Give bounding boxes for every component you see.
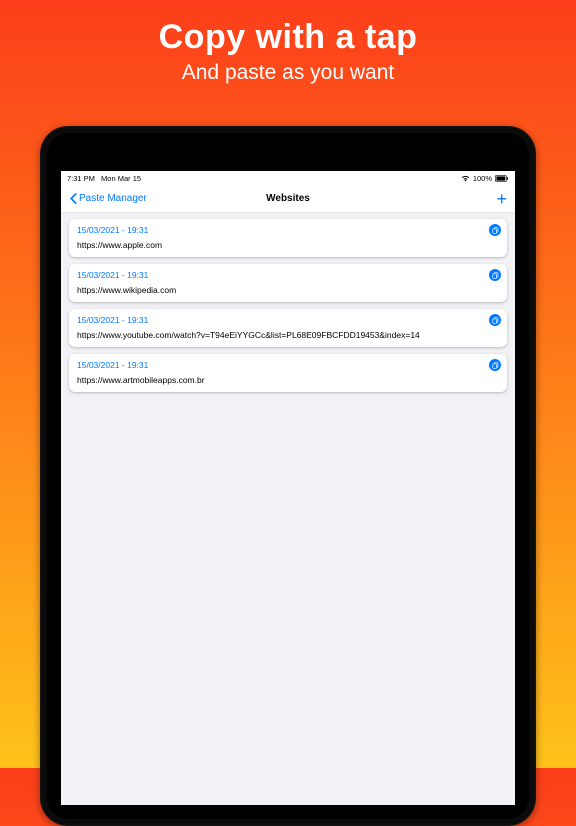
back-label: Paste Manager: [79, 193, 147, 204]
promo-subtitle: And paste as you want: [0, 61, 576, 85]
item-url: https://www.youtube.com/watch?v=T94eEiYY…: [77, 330, 499, 340]
status-date: Mon Mar 15: [101, 174, 141, 183]
back-button[interactable]: Paste Manager: [69, 193, 147, 204]
promo-header: Copy with a tap And paste as you want: [0, 0, 576, 85]
status-battery: 100%: [473, 174, 492, 183]
copy-icon[interactable]: [489, 314, 501, 326]
item-timestamp: 15/03/2021 - 19:31: [77, 315, 499, 325]
promo-title: Copy with a tap: [0, 18, 576, 57]
item-timestamp: 15/03/2021 - 19:31: [77, 360, 499, 370]
list-item[interactable]: 15/03/2021 - 19:31 https://www.youtube.co…: [69, 309, 507, 347]
item-url: https://www.apple.com: [77, 240, 499, 250]
nav-bar: Paste Manager Websites +: [61, 185, 515, 213]
list-item[interactable]: 15/03/2021 - 19:31 https://www.apple.com: [69, 219, 507, 257]
item-url: https://www.artmobileapps.com.br: [77, 375, 499, 385]
status-time: 7:31 PM: [67, 174, 95, 183]
copy-icon[interactable]: [489, 224, 501, 236]
copy-icon[interactable]: [489, 359, 501, 371]
tablet-bezel: 7:31 PM Mon Mar 15 100%: [47, 133, 529, 819]
list: 15/03/2021 - 19:31https://www.apple.com1…: [61, 213, 515, 405]
wifi-icon: [461, 175, 470, 182]
chevron-left-icon: [69, 193, 77, 204]
item-timestamp: 15/03/2021 - 19:31: [77, 270, 499, 280]
item-url: https://www.wikipedia.com: [77, 285, 499, 295]
tablet-frame: 7:31 PM Mon Mar 15 100%: [40, 126, 536, 826]
add-button[interactable]: +: [496, 190, 507, 208]
status-bar: 7:31 PM Mon Mar 15 100%: [61, 171, 515, 185]
list-item[interactable]: 15/03/2021 - 19:31 https://www.wikipedia.…: [69, 264, 507, 302]
list-item[interactable]: 15/03/2021 - 19:31 https://www.artmobilea…: [69, 354, 507, 392]
screen: 7:31 PM Mon Mar 15 100%: [61, 171, 515, 805]
copy-icon[interactable]: [489, 269, 501, 281]
plus-icon: +: [496, 189, 507, 209]
item-timestamp: 15/03/2021 - 19:31: [77, 225, 499, 235]
battery-icon: [495, 175, 509, 182]
